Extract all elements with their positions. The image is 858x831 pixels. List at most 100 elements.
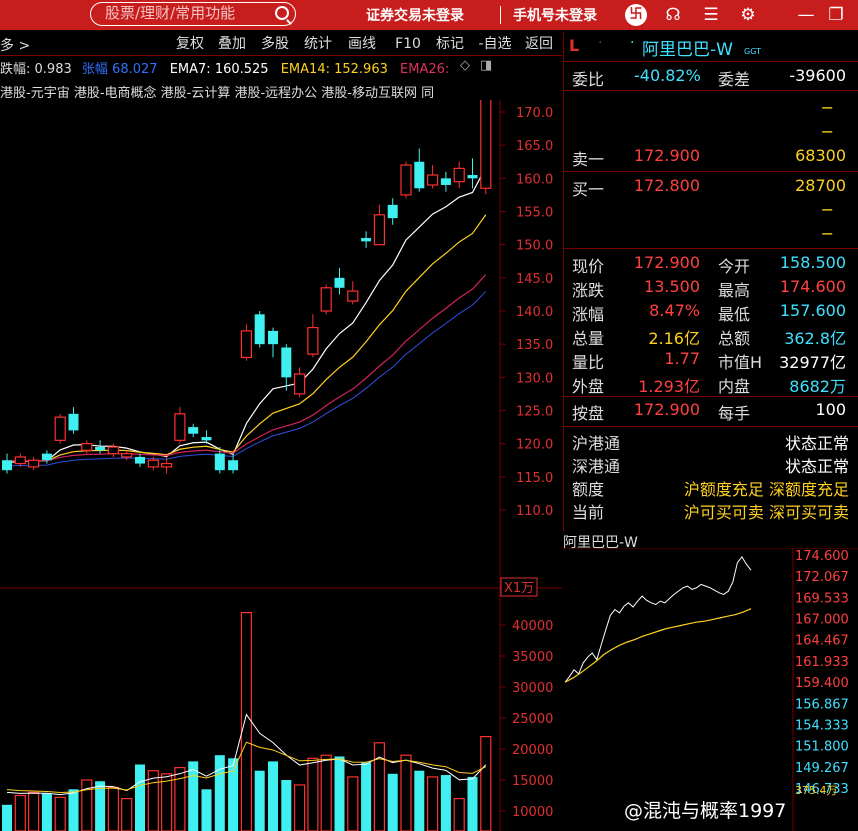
divider xyxy=(564,396,858,397)
candle[interactable] xyxy=(480,100,492,195)
quote-stat-row: 量比 1.77 市值H 32977亿 xyxy=(564,349,858,373)
stat-label: 现价 xyxy=(572,257,605,276)
toolbar-button-fuquan[interactable]: 复权 xyxy=(172,34,208,54)
candle[interactable] xyxy=(453,161,465,189)
toolbar-button-huaxian[interactable]: 画线 xyxy=(344,34,380,54)
volume-unit-label: X1万 xyxy=(504,581,534,596)
buy1-row[interactable]: 买一 172.800 28700 xyxy=(564,176,858,200)
gear-icon[interactable]: ⚙ xyxy=(737,4,759,26)
stat-value: 2.16亿 xyxy=(648,329,700,348)
stat-value: 32977亿 xyxy=(779,353,846,372)
meishou-label: 每手 xyxy=(718,404,751,423)
toolbar-button-tongji[interactable]: 统计 xyxy=(300,34,336,54)
candle[interactable] xyxy=(135,453,145,467)
toolbar-button-duogu[interactable]: 多股 xyxy=(257,34,293,54)
candle[interactable] xyxy=(373,204,385,246)
candle[interactable] xyxy=(254,311,265,348)
candle[interactable] xyxy=(14,453,26,467)
restore-icon[interactable]: ❐ xyxy=(825,4,847,26)
buy1-label: 买一 xyxy=(572,180,605,199)
volume-bar xyxy=(28,791,40,831)
candle[interactable] xyxy=(68,407,79,434)
candle[interactable] xyxy=(440,171,451,192)
candle[interactable] xyxy=(414,148,425,192)
candle[interactable] xyxy=(188,423,199,438)
stat-label: 市值H xyxy=(718,353,763,372)
volume-bar xyxy=(161,773,173,831)
toolbar-button-biaoji[interactable]: 标记 xyxy=(432,34,468,54)
market-flag: L xyxy=(569,36,580,55)
candle[interactable] xyxy=(174,407,186,444)
hk-connect-row: 额度 沪额度充足 深额度充足 xyxy=(564,476,858,500)
volume-bar xyxy=(201,789,212,831)
phone-login-link[interactable]: 手机号未登录 xyxy=(513,5,597,25)
top-bar: 股票/理财/常用功能 证券交易未登录 手机号未登录 卐 ☊ ☰ ⚙ — ❐ xyxy=(0,0,858,30)
candle[interactable] xyxy=(307,314,319,358)
mini-tick-label: 149.267 xyxy=(795,761,849,776)
candle[interactable] xyxy=(201,430,212,444)
toolbar-button-zixuan[interactable]: -自选 xyxy=(474,34,516,54)
hk-value: 状态正常 xyxy=(784,434,849,453)
divider xyxy=(564,171,858,172)
candlestick-chart[interactable]: 170.0 165.0 160.0 155.0 150.0 145.0 140.0 135.0… xyxy=(0,100,562,831)
headset-icon[interactable]: ☊ xyxy=(662,4,684,26)
candle[interactable] xyxy=(41,450,52,464)
candle[interactable] xyxy=(95,440,106,454)
sell1-price: 172.900 xyxy=(633,146,700,165)
stat-label: 最低 xyxy=(718,305,751,324)
mini-tick-label: 174.600 xyxy=(795,549,849,564)
volume-bar xyxy=(334,756,345,831)
broker-login-link[interactable]: 证券交易未登录 xyxy=(366,5,464,25)
volume-tick-label: 10000 xyxy=(512,805,553,820)
volume-bar xyxy=(68,789,79,831)
candle[interactable] xyxy=(400,161,412,199)
volume-bar xyxy=(268,761,278,831)
minimize-icon[interactable]: — xyxy=(795,4,817,26)
panel-toggle-icon[interactable]: ◨ xyxy=(480,58,492,73)
toolbar-button-back[interactable]: 返回 xyxy=(521,34,557,54)
ema-line-aux xyxy=(6,291,487,467)
volume-tick-label: 25000 xyxy=(512,712,553,727)
stat-value: 8.47% xyxy=(649,301,700,320)
volume-tick-label: 35000 xyxy=(512,650,553,665)
candle[interactable] xyxy=(334,267,345,295)
volume-bar xyxy=(320,754,332,831)
candle[interactable] xyxy=(427,165,439,189)
change-value: 0.983 xyxy=(34,62,72,77)
logo-icon[interactable]: 卐 xyxy=(625,4,647,26)
candle[interactable] xyxy=(294,367,306,398)
list-icon[interactable]: ☰ xyxy=(700,4,722,26)
candle[interactable] xyxy=(347,281,359,305)
ema-line-26 xyxy=(6,274,487,462)
candle[interactable] xyxy=(268,327,278,358)
intraday-chart[interactable]: 174.600 172.067 169.533 167.000 164.467 161.9… xyxy=(563,548,858,831)
candle[interactable] xyxy=(467,158,478,189)
candle[interactable] xyxy=(361,231,372,248)
candle[interactable] xyxy=(240,324,252,361)
candle[interactable] xyxy=(81,440,93,454)
toolbar-button-diejia[interactable]: 叠加 xyxy=(214,34,250,54)
price-tick-label: 150.0 xyxy=(516,239,553,254)
buy1-volume: 28700 xyxy=(795,176,846,195)
bid-dash: − xyxy=(820,200,834,219)
candle[interactable] xyxy=(320,284,332,315)
candle[interactable] xyxy=(121,450,133,461)
candle[interactable] xyxy=(387,198,398,225)
candle[interactable] xyxy=(281,344,292,391)
more-link[interactable]: 多 > xyxy=(0,35,30,55)
anpan-row: 按盘 172.900 每手 100 xyxy=(564,400,858,424)
diamond-icon[interactable]: ◇ xyxy=(460,58,470,73)
stat-value: 1.77 xyxy=(664,349,700,368)
sell1-row[interactable]: 卖一 172.900 68300 xyxy=(564,146,858,170)
candle[interactable] xyxy=(54,413,66,444)
toolbar-button-f10[interactable]: F10 xyxy=(390,34,426,54)
weicha-value: -39600 xyxy=(789,66,846,85)
stock-name[interactable]: 阿里巴巴-W xyxy=(642,35,733,60)
search-input[interactable]: 股票/理财/常用功能 xyxy=(90,2,296,26)
mini-tick-label: 167.000 xyxy=(795,613,849,628)
mini-tick-label: 154.333 xyxy=(795,718,849,733)
candle[interactable] xyxy=(28,456,40,471)
price-tick-label: 140.0 xyxy=(516,305,553,320)
candle[interactable] xyxy=(2,453,12,474)
search-icon[interactable] xyxy=(275,6,289,20)
